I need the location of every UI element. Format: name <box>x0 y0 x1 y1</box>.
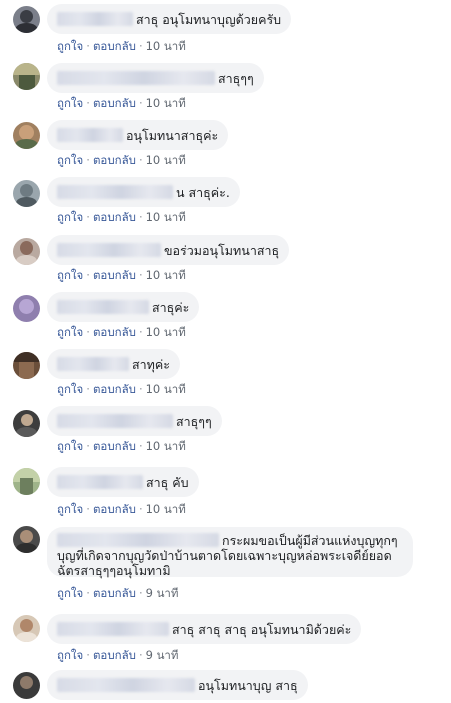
comment-time[interactable]: 10 นาที <box>146 210 186 224</box>
comment-time[interactable]: 10 นาที <box>146 382 186 396</box>
redacted-author-name[interactable] <box>57 357 129 371</box>
like-link[interactable]: ถูกใจ <box>57 502 83 516</box>
comment-actions: ถูกใจ · ตอบกลับ · 10 นาที <box>57 210 186 224</box>
comment-bubble: สาธุๆๆ <box>47 406 222 436</box>
comment-bubble: สาธุค่ะ <box>47 292 200 322</box>
avatar[interactable] <box>13 410 40 437</box>
like-link[interactable]: ถูกใจ <box>57 439 83 453</box>
comment-text: สาธุ สาธุ สาธุ อนุโมทนามิด้วยค่ะ <box>172 622 352 637</box>
comment-line: กระผมขอเป็นผู้มีส่วนแห่งบุญทุกๆ <box>57 533 403 548</box>
comment-text: สาธุๆๆ <box>218 71 254 86</box>
comment-bubble: สาธุๆๆ <box>47 63 264 93</box>
avatar[interactable] <box>13 526 40 553</box>
comment-actions: ถูกใจ · ตอบกลับ · 10 นาที <box>57 96 186 110</box>
comment-time[interactable]: 10 นาที <box>146 268 186 282</box>
like-link[interactable]: ถูกใจ <box>57 153 83 167</box>
avatar[interactable] <box>13 180 40 207</box>
comment-bubble: อนุโมทนาบุญ สาธุ <box>47 670 308 700</box>
reply-link[interactable]: ตอบกลับ <box>93 648 136 662</box>
redacted-author-name[interactable] <box>57 12 133 26</box>
redacted-author-name[interactable] <box>57 128 123 142</box>
avatar[interactable] <box>13 295 40 322</box>
reply-link[interactable]: ตอบกลับ <box>93 586 136 600</box>
comment-text: สาธุๆๆ <box>176 414 212 429</box>
like-link[interactable]: ถูกใจ <box>57 39 83 53</box>
redacted-author-name[interactable] <box>57 414 173 428</box>
avatar[interactable] <box>13 615 40 642</box>
reply-link[interactable]: ตอบกลับ <box>93 325 136 339</box>
comment-line: ฉัตรสาธุๆๆอนุโมทามิ <box>57 563 171 578</box>
comment-actions: ถูกใจ · ตอบกลับ · 9 นาที <box>57 586 179 600</box>
comment-actions: ถูกใจ · ตอบกลับ · 10 นาที <box>57 325 186 339</box>
redacted-author-name[interactable] <box>57 71 215 85</box>
comment-text: สาธุ คับ <box>146 475 189 490</box>
comment-actions: ถูกใจ · ตอบกลับ · 10 นาที <box>57 268 186 282</box>
comment-text: อนุโมทนาสาธุค่ะ <box>126 128 219 143</box>
comment-time[interactable]: 10 นาที <box>146 502 186 516</box>
reply-link[interactable]: ตอบกลับ <box>93 502 136 516</box>
comment-time[interactable]: 9 นาที <box>146 648 179 662</box>
comment-time[interactable]: 10 นาที <box>146 325 186 339</box>
like-link[interactable]: ถูกใจ <box>57 648 83 662</box>
redacted-author-name[interactable] <box>57 300 149 314</box>
like-link[interactable]: ถูกใจ <box>57 268 83 282</box>
avatar[interactable] <box>13 63 40 90</box>
comment-text: สาทุค่ะ <box>132 357 170 372</box>
reply-link[interactable]: ตอบกลับ <box>93 439 136 453</box>
comment-actions: ถูกใจ · ตอบกลับ · 10 นาที <box>57 502 186 516</box>
comment-bubble: สาทุค่ะ <box>47 349 180 379</box>
comment-bubble: กระผมขอเป็นผู้มีส่วนแห่งบุญทุกๆ บุญที่เก… <box>47 527 413 578</box>
redacted-author-name[interactable] <box>57 243 161 257</box>
avatar[interactable] <box>13 238 40 265</box>
reply-link[interactable]: ตอบกลับ <box>93 153 136 167</box>
like-link[interactable]: ถูกใจ <box>57 382 83 396</box>
redacted-author-name[interactable] <box>57 622 169 636</box>
avatar[interactable] <box>13 352 40 379</box>
avatar[interactable] <box>13 6 40 33</box>
redacted-author-name[interactable] <box>57 678 195 692</box>
comment-bubble: สาธุ สาธุ สาธุ อนุโมทนามิด้วยค่ะ <box>47 614 362 644</box>
comment-actions: ถูกใจ · ตอบกลับ · 10 นาที <box>57 39 186 53</box>
comment-time[interactable]: 10 นาที <box>146 39 186 53</box>
comment-text: สาธุค่ะ <box>152 300 190 315</box>
comment-text: อนุโมทนาบุญ สาธุ <box>198 678 298 693</box>
like-link[interactable]: ถูกใจ <box>57 325 83 339</box>
comment-time[interactable]: 9 นาที <box>146 586 179 600</box>
redacted-author-name[interactable] <box>57 185 173 199</box>
comment-actions: ถูกใจ · ตอบกลับ · 9 นาที <box>57 648 179 662</box>
comment-actions: ถูกใจ · ตอบกลับ · 10 นาที <box>57 153 186 167</box>
comment-bubble: ขอร่วมอนุโมทนาสาธุ <box>47 235 290 265</box>
reply-link[interactable]: ตอบกลับ <box>93 96 136 110</box>
reply-link[interactable]: ตอบกลับ <box>93 210 136 224</box>
redacted-author-name[interactable] <box>57 533 219 547</box>
avatar[interactable] <box>13 672 40 699</box>
avatar[interactable] <box>13 468 40 495</box>
reply-link[interactable]: ตอบกลับ <box>93 382 136 396</box>
comment-line: บุญที่เกิดจากบุญวัดป่าบ้านตาดโดยเฉพาะบุญ… <box>57 548 392 563</box>
like-link[interactable]: ถูกใจ <box>57 210 83 224</box>
reply-link[interactable]: ตอบกลับ <box>93 268 136 282</box>
comment-time[interactable]: 10 นาที <box>146 439 186 453</box>
comment-actions: ถูกใจ · ตอบกลับ · 10 นาที <box>57 382 186 396</box>
reply-link[interactable]: ตอบกลับ <box>93 39 136 53</box>
comment-bubble: สาธุ คับ <box>47 467 199 497</box>
redacted-author-name[interactable] <box>57 475 143 489</box>
comment-text: กระผมขอเป็นผู้มีส่วนแห่งบุญทุกๆ <box>222 533 398 548</box>
avatar[interactable] <box>13 122 40 149</box>
comment-bubble: น สาธุค่ะ. <box>47 177 240 207</box>
like-link[interactable]: ถูกใจ <box>57 96 83 110</box>
comment-text: น สาธุค่ะ. <box>176 185 230 200</box>
comment-text: สาธุ อนุโมทนาบุญด้วยครับ <box>136 12 282 27</box>
comment-bubble: อนุโมทนาสาธุค่ะ <box>47 120 229 150</box>
comment-time[interactable]: 10 นาที <box>146 153 186 167</box>
comment-time[interactable]: 10 นาที <box>146 96 186 110</box>
like-link[interactable]: ถูกใจ <box>57 586 83 600</box>
comment-actions: ถูกใจ · ตอบกลับ · 10 นาที <box>57 439 186 453</box>
comment-bubble: สาธุ อนุโมทนาบุญด้วยครับ <box>47 4 292 34</box>
comment-text: ขอร่วมอนุโมทนาสาธุ <box>164 243 280 258</box>
